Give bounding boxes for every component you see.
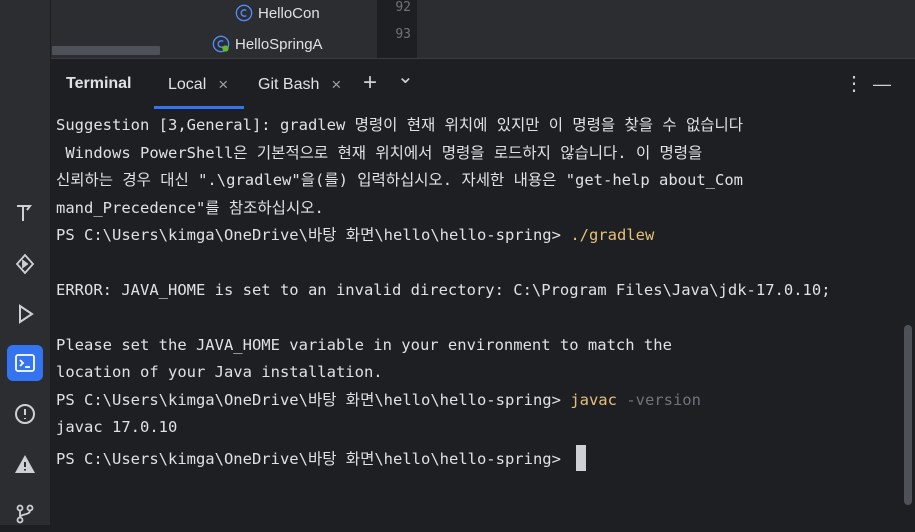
tree-item-label: HelloCon [258, 4, 320, 22]
problems-icon[interactable] [7, 396, 43, 432]
tab-local[interactable]: Local × [168, 75, 228, 95]
prompt: PS C:\Users\kimga\OneDrive\바탕 화면\hello\h… [56, 226, 571, 244]
notifications-icon[interactable] [7, 446, 43, 482]
line-number: 93 [395, 27, 411, 42]
terminal-line: PS C:\Users\kimga\OneDrive\바탕 화면\hello\h… [56, 390, 701, 410]
more-options-icon[interactable]: ⋮ [844, 74, 864, 94]
command-argument: -version [616, 391, 701, 409]
terminal-icon[interactable] [7, 345, 43, 381]
tab-git-bash[interactable]: Git Bash × [258, 75, 341, 95]
terminal-line: location of your Java installation. [56, 363, 383, 381]
chevron-down-icon[interactable]: ⌄ [397, 67, 414, 87]
terminal-line: Windows PowerShell은 기본적으로 현재 위치에서 명령을 로드… [56, 144, 703, 162]
prompt: PS C:\Users\kimga\OneDrive\바탕 화면\hello\h… [56, 450, 571, 468]
terminal-line: Suggestion [3,General]: gradlew 명령이 현재 위… [56, 116, 743, 134]
terminal-line: javac 17.0.10 [56, 418, 178, 436]
command-text: javac [570, 391, 617, 409]
terminal-line: Please set the JAVA_HOME variable in you… [56, 336, 672, 354]
tab-label: Git Bash [258, 76, 320, 93]
line-number: 92 [395, 0, 411, 15]
run-icon[interactable] [7, 296, 43, 332]
terminal-title: Terminal [66, 75, 132, 92]
text-cursor [576, 445, 587, 471]
project-tree: HelloCon HelloSpringA 92 93 [51, 0, 915, 58]
tree-item-hellocon[interactable]: HelloCon [235, 1, 377, 25]
spring-app-icon [212, 35, 230, 53]
terminal-line: 신뢰하는 경우 대신 ".\gradlew"을(를) 입력하십시오. 자세한 내… [56, 171, 743, 189]
services-icon[interactable] [7, 246, 43, 282]
terminal-line: ERROR: JAVA_HOME is set to an invalid di… [56, 281, 831, 299]
git-icon[interactable] [7, 496, 43, 532]
active-tab-indicator [154, 106, 244, 109]
terminal-output[interactable]: Suggestion [3,General]: gradlew 명령이 현재 위… [51, 110, 915, 525]
tab-label: Local [168, 76, 207, 93]
close-icon[interactable]: × [331, 75, 341, 95]
horizontal-scrollbar[interactable] [52, 46, 160, 55]
vertical-scrollbar[interactable] [904, 325, 912, 505]
command-text: ./gradlew [570, 226, 655, 244]
close-icon[interactable]: × [218, 75, 228, 95]
minimize-icon[interactable]: — [873, 74, 891, 94]
tree-item-label: HelloSpringA [235, 35, 323, 53]
terminal-line: mand_Precedence"를 참조하십시오. [56, 199, 324, 217]
class-icon [235, 4, 253, 22]
tree-item-hellospringapplication[interactable]: HelloSpringA [212, 32, 377, 56]
terminal-line: PS C:\Users\kimga\OneDrive\바탕 화면\hello\h… [56, 225, 654, 245]
left-tool-strip [0, 0, 51, 525]
editor-gutter: 92 93 [377, 0, 417, 58]
terminal-line[interactable]: PS C:\Users\kimga\OneDrive\바탕 화면\hello\h… [56, 445, 587, 471]
add-tab-icon[interactable]: + [363, 71, 377, 95]
terminal-header: Terminal Local × Git Bash × + ⌄ ⋮ — [51, 58, 915, 111]
prompt: PS C:\Users\kimga\OneDrive\바탕 화면\hello\h… [56, 391, 571, 409]
build-icon[interactable] [7, 195, 43, 231]
